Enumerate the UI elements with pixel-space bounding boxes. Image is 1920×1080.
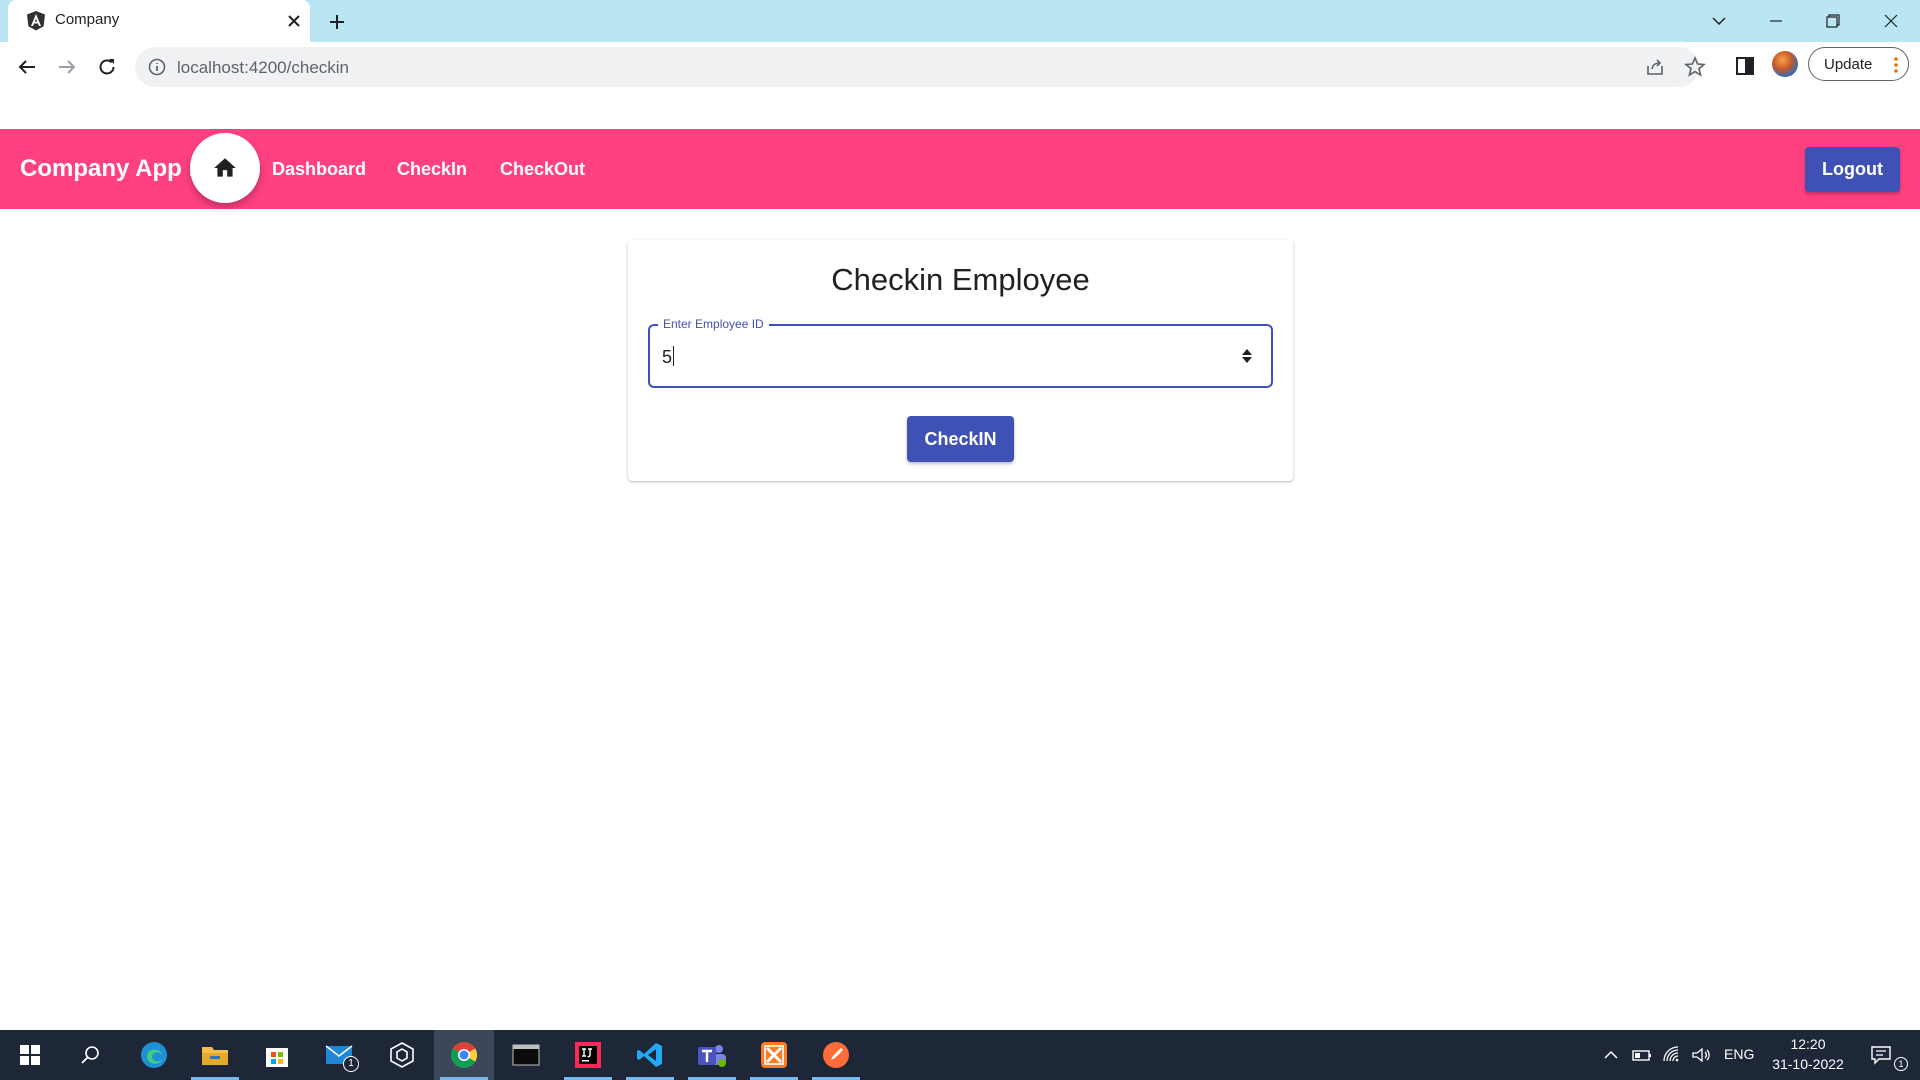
taskbar-file-explorer[interactable]	[185, 1030, 245, 1080]
card-title: Checkin Employee	[831, 262, 1090, 297]
taskbar-intellij[interactable]	[558, 1030, 618, 1080]
forward-arrow-icon	[59, 60, 76, 74]
terminal-icon	[512, 1044, 540, 1066]
mail-badge: 1	[343, 1056, 359, 1072]
share-icon[interactable]	[1643, 55, 1667, 79]
checkin-card: Checkin Employee Enter Employee ID 5 Che…	[628, 240, 1293, 481]
employee-id-input[interactable]: 5	[662, 346, 675, 368]
address-bar[interactable]: localhost:4200/checkin	[135, 47, 1707, 87]
angular-icon	[27, 11, 45, 31]
site-info-icon[interactable]	[147, 57, 167, 77]
file-explorer-icon	[202, 1047, 228, 1065]
search-icon	[81, 1046, 99, 1064]
reload-button[interactable]	[90, 50, 124, 84]
browser-toolbar: localhost:4200/checkin Update	[0, 42, 1920, 130]
minimize-icon[interactable]	[1761, 6, 1791, 36]
back-arrow-icon	[18, 60, 35, 74]
address-url[interactable]: localhost:4200/checkin	[177, 58, 349, 78]
battery-icon[interactable]	[1631, 1044, 1653, 1066]
clock-date[interactable]: 31-10-2022	[1760, 1056, 1856, 1072]
new-tab-icon[interactable]	[324, 9, 350, 35]
employee-id-field[interactable]: Enter Employee ID 5	[648, 317, 1273, 388]
wifi-icon[interactable]	[1661, 1044, 1683, 1066]
intellij-icon	[575, 1042, 601, 1068]
edge-icon	[141, 1042, 167, 1068]
app-navbar: Company App . Dashboard CheckIn CheckOut…	[0, 129, 1920, 209]
postman-icon	[823, 1042, 849, 1068]
nav-link-dashboard[interactable]: Dashboard	[272, 159, 366, 180]
taskbar-xampp[interactable]	[744, 1030, 804, 1080]
more-vert-icon	[1894, 57, 1898, 73]
profile-avatar[interactable]	[1772, 51, 1798, 77]
taskbar-search[interactable]	[60, 1030, 120, 1080]
text-caret	[673, 346, 675, 366]
browser-tab[interactable]: Company	[8, 0, 310, 42]
language-indicator[interactable]: ENG	[1724, 1046, 1754, 1062]
number-spinner-icon[interactable]	[1240, 347, 1254, 365]
nav-link-checkout[interactable]: CheckOut	[500, 159, 585, 180]
taskbar-teams[interactable]	[682, 1030, 742, 1080]
logout-button[interactable]: Logout	[1805, 147, 1900, 192]
restore-icon[interactable]	[1818, 6, 1848, 36]
browser-tab-strip: Company	[0, 0, 1920, 42]
taskbar-settings-cube[interactable]	[372, 1030, 432, 1080]
teams-icon	[698, 1045, 726, 1067]
bookmark-star-icon[interactable]	[1683, 55, 1707, 79]
checkin-submit-button[interactable]: CheckIN	[907, 416, 1014, 462]
app-brand[interactable]: Company App .	[20, 155, 195, 183]
taskbar-store[interactable]	[247, 1030, 307, 1080]
taskbar-vscode[interactable]	[620, 1030, 680, 1080]
windows-start-icon	[20, 1045, 40, 1065]
notifications-icon[interactable]	[1870, 1044, 1892, 1066]
update-label: Update	[1824, 56, 1873, 73]
taskbar-edge[interactable]	[124, 1030, 184, 1080]
employee-id-label: Enter Employee ID	[658, 317, 769, 331]
start-button[interactable]	[0, 1030, 60, 1080]
tray-chevron-up-icon[interactable]	[1600, 1044, 1622, 1066]
nav-link-checkin[interactable]: CheckIn	[397, 159, 467, 180]
update-button[interactable]: Update	[1808, 47, 1909, 81]
taskbar-terminal[interactable]	[496, 1030, 556, 1080]
xampp-icon	[761, 1042, 787, 1068]
volume-icon[interactable]	[1690, 1044, 1712, 1066]
notification-badge: 1	[1894, 1057, 1908, 1071]
side-panel-icon[interactable]	[1733, 54, 1757, 78]
vscode-icon	[637, 1043, 662, 1067]
home-icon	[214, 158, 236, 177]
close-window-icon[interactable]	[1876, 6, 1906, 36]
taskbar-mail[interactable]: 1	[309, 1030, 369, 1080]
windows-taskbar: 1 ENG 12:20 31-10-2022 1	[0, 1030, 1920, 1080]
tab-title: Company	[55, 11, 120, 28]
employee-id-value: 5	[662, 347, 673, 367]
home-button[interactable]	[190, 133, 260, 203]
close-tab-icon[interactable]	[282, 9, 306, 33]
store-icon	[266, 1048, 288, 1067]
settings-cube-icon	[390, 1042, 414, 1068]
back-button[interactable]	[10, 50, 44, 84]
forward-button[interactable]	[50, 50, 84, 84]
chrome-icon	[450, 1042, 478, 1069]
clock-time[interactable]: 12:20	[1768, 1036, 1848, 1052]
reload-icon	[99, 59, 115, 75]
taskbar-postman[interactable]	[806, 1030, 866, 1080]
taskbar-chrome[interactable]	[434, 1030, 494, 1080]
tab-search-chevron-icon[interactable]	[1704, 6, 1734, 36]
